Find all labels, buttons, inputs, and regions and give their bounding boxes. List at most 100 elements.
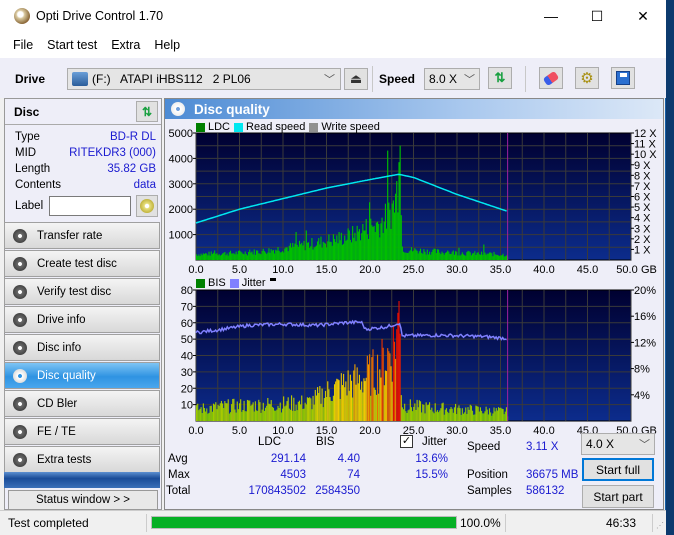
resize-grip-icon[interactable]: ⋰ — [656, 521, 664, 530]
refresh-icon: ⇅ — [494, 70, 506, 85]
ldc-bar — [337, 243, 339, 260]
erase-button[interactable] — [539, 67, 563, 89]
bis-bar — [198, 410, 200, 421]
ldc-y2-tick: 11 X — [634, 139, 656, 151]
ldc-bar — [205, 253, 207, 260]
disc-label-button[interactable] — [136, 195, 159, 217]
nav-cd-bler[interactable]: CD Bler — [4, 390, 160, 417]
bis-bar — [405, 411, 407, 421]
close-button[interactable]: ✕ — [620, 0, 666, 32]
menu-extra[interactable]: Extra — [104, 38, 147, 52]
drive-select[interactable]: (F:) ATAPI iHBS112 2 PL06 ﹀ — [67, 68, 341, 90]
bis-bar — [298, 400, 301, 421]
bis-bar — [354, 364, 356, 421]
test-speed-value: 4.0 X — [586, 437, 615, 451]
ldc-y-tick: 3000 — [169, 179, 193, 191]
bis-bar — [244, 411, 246, 421]
status-window-button[interactable]: Status window > > — [8, 490, 158, 510]
menu-help[interactable]: Help — [147, 38, 187, 52]
ldc-bar — [488, 252, 491, 260]
ldc-bar — [465, 255, 467, 260]
ldc-bar — [353, 237, 355, 260]
bis-bar — [345, 381, 347, 421]
disc-refresh-button[interactable]: ⇅ — [136, 101, 158, 122]
ldc-bar — [458, 247, 460, 260]
bis-bar — [435, 411, 437, 421]
ldc-x-tick: 25.0 — [403, 264, 424, 276]
bis-bar — [494, 411, 496, 421]
save-button[interactable] — [611, 67, 635, 89]
progress-fill — [152, 517, 456, 528]
ldc-bar — [207, 255, 209, 260]
refresh-button[interactable]: ⇅ — [488, 67, 512, 89]
ldc-bar — [302, 245, 304, 260]
bis-bar — [321, 388, 323, 421]
maximize-button[interactable]: ☐ — [574, 0, 620, 32]
minimize-button[interactable]: — — [528, 0, 574, 32]
jitter-swatch — [229, 278, 239, 288]
menu-file[interactable]: File — [0, 38, 40, 52]
bis-bar — [295, 404, 297, 421]
speed-select[interactable]: 8.0 X ﹀ — [424, 68, 480, 90]
bis-bar — [456, 414, 458, 421]
ldc-bar — [500, 255, 502, 260]
test-speed-select[interactable]: 4.0 X ﹀ — [581, 433, 655, 455]
bis-legend: BIS Jitter — [196, 277, 276, 289]
disc-contents-label: Contents — [15, 179, 62, 191]
nav-transfer-rate[interactable]: Transfer rate — [4, 222, 160, 249]
nav-verify-test-disc[interactable]: Verify test disc — [4, 278, 160, 305]
start-full-button[interactable]: Start full — [582, 458, 654, 481]
ldc-bar — [354, 232, 356, 260]
ldc-bar — [425, 254, 427, 260]
bis-bar — [302, 408, 304, 421]
read-speed-swatch — [234, 122, 244, 132]
ldc-bar — [201, 255, 203, 260]
window-title: Opti Drive Control 1.70 — [36, 9, 164, 23]
ldc-bar — [309, 247, 311, 260]
bis-bar — [254, 401, 256, 421]
nav-create-test-disc[interactable]: Create test disc — [4, 250, 160, 277]
bis-bar — [504, 411, 506, 421]
ldc-bar — [440, 254, 442, 260]
nav-label: Disc info — [37, 341, 82, 354]
avg-label: Avg — [168, 453, 188, 465]
nav-extra-tests[interactable]: Extra tests — [4, 446, 160, 473]
eject-button[interactable]: ⏏ — [344, 68, 368, 90]
settings-button[interactable]: ⚙ — [575, 67, 599, 89]
bis-bar — [502, 409, 504, 421]
nav-drive-info[interactable]: Drive info — [4, 306, 160, 333]
disc-contents-value: data — [133, 179, 156, 191]
bis-bar — [447, 411, 449, 421]
start-part-button[interactable]: Start part — [582, 485, 654, 508]
bis-bar — [287, 397, 289, 421]
menu-start-test[interactable]: Start test — [40, 38, 104, 52]
ldc-bar — [235, 251, 237, 260]
ldc-y2-tick: 7 X — [634, 181, 651, 193]
nav-disc-info[interactable]: Disc info — [4, 334, 160, 361]
bis-bar — [235, 412, 237, 421]
bis-bar — [375, 394, 377, 421]
bis-bar — [458, 405, 460, 421]
disc-label-input[interactable] — [49, 196, 132, 216]
bis-bar — [327, 381, 329, 421]
ldc-x-tick: 15.0 — [316, 264, 337, 276]
max-label: Max — [168, 469, 190, 481]
ldc-bar — [450, 253, 452, 260]
bis-bar — [202, 403, 204, 421]
ldc-bar — [417, 253, 419, 260]
ldc-bar — [281, 251, 284, 260]
jitter-checkbox[interactable]: ✓ — [400, 435, 413, 448]
position-value: 36675 MB — [526, 469, 579, 481]
bis-bar — [448, 413, 450, 421]
bis-bar — [439, 410, 441, 421]
bis-bar — [406, 413, 408, 421]
ldc-bar — [460, 254, 462, 260]
ldc-bar — [424, 251, 426, 260]
ldc-x-tick: 10.0 — [272, 264, 293, 276]
nav-fe-te[interactable]: FE / TE — [4, 418, 160, 445]
ldc-bar — [243, 254, 245, 260]
ldc-bar — [268, 248, 270, 260]
ldc-bar — [375, 222, 377, 260]
nav-disc-quality[interactable]: Disc quality — [4, 362, 160, 389]
bis-bar — [422, 404, 424, 421]
